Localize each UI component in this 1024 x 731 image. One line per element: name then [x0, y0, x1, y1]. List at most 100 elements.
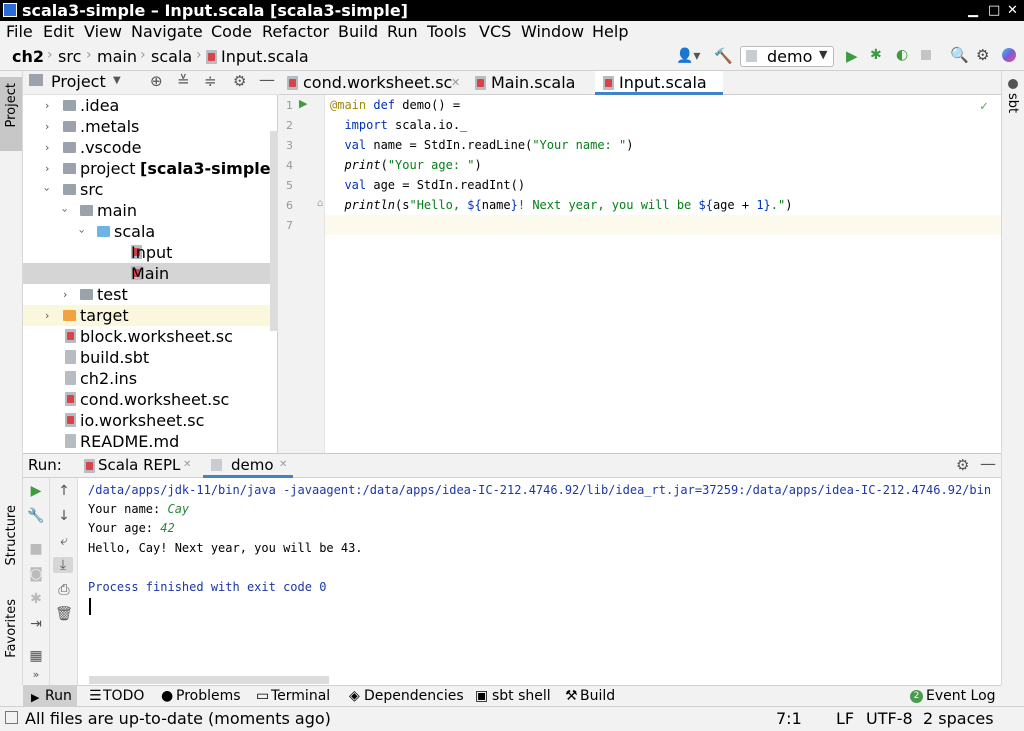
modify-run-config-wrench-icon[interactable]: 🔧 — [26, 508, 46, 524]
project-scrollbar[interactable] — [270, 131, 278, 331]
status-message[interactable]: All files are up-to-date (moments ago) — [25, 709, 331, 729]
minimize-icon[interactable]: ▁ — [968, 2, 978, 19]
sbt-tool-tab[interactable]: sbt — [1005, 93, 1020, 113]
tab-cond-worksheet[interactable]: cond.worksheet.sc ✕ — [279, 71, 466, 95]
jetbrains-toolbox-icon[interactable] — [1002, 48, 1016, 62]
collapse-arrow-icon[interactable]: › — [55, 208, 76, 212]
tool-tab-build[interactable]: Build — [580, 687, 615, 706]
chevron-down-icon[interactable]: ▼ — [113, 75, 121, 86]
tool-tab-dependencies[interactable]: Dependencies — [364, 687, 464, 706]
layout-icon[interactable]: ▦ — [26, 648, 46, 664]
caret-position[interactable]: 7:1 — [776, 709, 802, 729]
code-editor[interactable]: @main def demo() = import scala.io._ val… — [325, 95, 1001, 453]
menu-refactor[interactable]: Refactor — [262, 22, 329, 42]
breadcrumb-scala[interactable]: scala — [151, 47, 192, 67]
settings-gear-icon[interactable]: ⚙ — [976, 46, 989, 64]
run-icon[interactable]: ▶ — [846, 47, 858, 65]
expand-arrow-icon[interactable]: › — [45, 158, 49, 179]
tree-item-metals[interactable]: › .metals — [23, 116, 278, 137]
tree-item-ch2-ins[interactable]: ch2.ins — [23, 368, 278, 389]
print-icon[interactable]: ⎙ — [54, 582, 74, 598]
menu-file[interactable]: File — [6, 22, 33, 42]
file-encoding[interactable]: UTF-8 — [866, 709, 913, 729]
toggle-tool-windows-icon[interactable] — [5, 711, 18, 724]
debug-icon[interactable]: ✱ — [26, 591, 46, 607]
tree-item-src[interactable]: › src — [23, 179, 278, 200]
breadcrumb-ch2[interactable]: ch2 — [12, 47, 44, 67]
menu-navigate[interactable]: Navigate — [131, 22, 203, 42]
down-arrow-icon[interactable]: ↓ — [54, 508, 74, 524]
hide-run-panel-icon[interactable]: — — [980, 454, 996, 473]
tree-item-cond-worksheet[interactable]: cond.worksheet.sc — [23, 389, 278, 410]
close-tab-icon[interactable]: ✕ — [183, 459, 191, 470]
run-tab-demo[interactable]: demo ✕ — [203, 454, 293, 478]
tree-item-io-worksheet[interactable]: io.worksheet.sc — [23, 410, 278, 431]
tool-tab-event-log[interactable]: Event Log — [926, 687, 996, 706]
tool-tab-todo[interactable]: TODO — [103, 687, 144, 706]
console-horizontal-scrollbar[interactable] — [89, 676, 329, 684]
trash-clear-icon[interactable]: 🗑 — [54, 606, 74, 622]
camera-snapshot-icon[interactable]: ◙ — [26, 566, 46, 582]
tree-item-target[interactable]: › target — [23, 305, 278, 326]
project-pane-title[interactable]: Project — [51, 72, 106, 91]
close-tab-icon[interactable]: ✕ — [279, 459, 287, 470]
menu-code[interactable]: Code — [211, 22, 252, 42]
run-tab-scala-repl[interactable]: Scala REPL — [98, 456, 180, 474]
line-separator[interactable]: LF — [836, 709, 854, 729]
expand-arrow-icon[interactable]: › — [45, 116, 49, 137]
menu-build[interactable]: Build — [338, 22, 378, 42]
expand-arrow-icon[interactable]: › — [63, 284, 67, 305]
tree-item-block-worksheet[interactable]: block.worksheet.sc — [23, 326, 278, 347]
menu-run[interactable]: Run — [387, 22, 418, 42]
maximize-icon[interactable]: □ — [988, 2, 1000, 19]
close-tab-icon[interactable]: ✕ — [451, 71, 460, 95]
tree-item-project[interactable]: › project [scala3-simple-b — [23, 158, 278, 179]
menu-edit[interactable]: Edit — [43, 22, 74, 42]
stop-icon[interactable] — [921, 50, 931, 60]
tree-item-readme[interactable]: README.md — [23, 431, 278, 452]
debug-bug-icon[interactable]: ✱ — [870, 47, 882, 63]
search-icon[interactable]: 🔍 — [950, 46, 969, 64]
tree-item-main[interactable]: › main — [23, 200, 278, 221]
pane-settings-gear-icon[interactable]: ⚙ — [233, 72, 246, 90]
more-icon[interactable]: » — [26, 668, 46, 681]
menu-window[interactable]: Window — [521, 22, 584, 42]
expand-arrow-icon[interactable]: › — [45, 137, 49, 158]
expand-arrow-icon[interactable]: › — [45, 305, 49, 326]
exit-icon[interactable]: ⇥ — [26, 616, 46, 632]
build-hammer-icon[interactable]: 🔨 — [714, 47, 733, 65]
favorites-tool-tab[interactable]: Favorites — [4, 599, 19, 658]
inspection-ok-check-icon[interactable]: ✓ — [980, 99, 988, 114]
indent-setting[interactable]: 2 spaces — [923, 709, 994, 729]
run-console[interactable]: /data/apps/jdk-11/bin/java -javaagent:/d… — [78, 478, 1001, 685]
run-configuration-selector[interactable]: demo ▼ — [740, 46, 834, 67]
collapse-all-icon[interactable]: ≚ — [177, 72, 190, 90]
close-window-icon[interactable]: ✕ — [1007, 2, 1018, 19]
hide-pane-icon[interactable]: — — [259, 70, 275, 89]
menu-tools[interactable]: Tools — [427, 22, 466, 42]
tool-tab-terminal[interactable]: Terminal — [271, 687, 330, 706]
tab-input-scala[interactable]: Input.scala — [595, 71, 723, 95]
breadcrumb-src[interactable]: src — [58, 47, 81, 67]
user-icon[interactable]: 👤▾ — [676, 48, 700, 64]
tree-item-idea[interactable]: › .idea — [23, 95, 278, 116]
tree-item-input[interactable]: Input — [23, 242, 278, 263]
project-tool-tab[interactable]: Project — [0, 77, 22, 151]
tree-item-build-sbt[interactable]: build.sbt — [23, 347, 278, 368]
breadcrumb-main[interactable]: main — [97, 47, 137, 67]
tree-item-test[interactable]: › test — [23, 284, 278, 305]
structure-tool-tab[interactable]: Structure — [4, 505, 19, 565]
locate-target-icon[interactable]: ⊕ — [150, 72, 163, 90]
expand-all-icon[interactable]: ≑ — [204, 72, 217, 90]
coverage-icon[interactable]: ◐ — [896, 47, 908, 63]
fold-icon[interactable]: ⌂ — [317, 198, 323, 209]
collapse-arrow-icon[interactable]: › — [37, 187, 58, 191]
tool-tab-run[interactable]: ▶ Run — [23, 686, 77, 707]
menu-help[interactable]: Help — [592, 22, 628, 42]
tool-tab-sbt-shell[interactable]: sbt shell — [492, 687, 551, 706]
tree-item-vscode[interactable]: › .vscode — [23, 137, 278, 158]
breadcrumb-input-scala[interactable]: Input.scala — [221, 47, 309, 67]
tool-tab-problems[interactable]: Problems — [176, 687, 241, 706]
stop-icon[interactable]: ■ — [26, 541, 46, 557]
menu-vcs[interactable]: VCS — [479, 22, 511, 42]
